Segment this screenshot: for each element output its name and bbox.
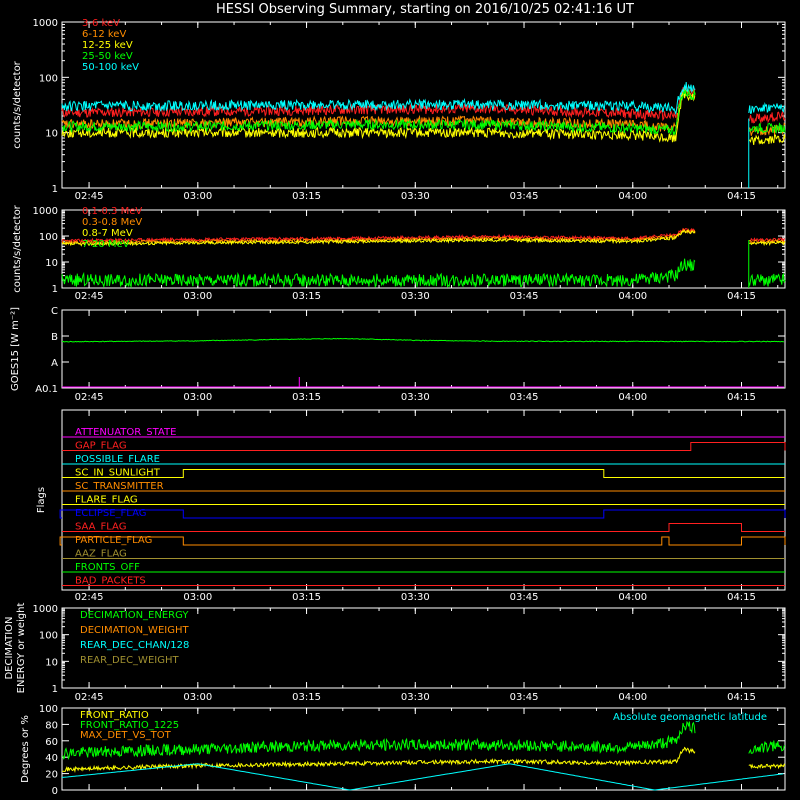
x-tick-label: 04:15	[727, 191, 756, 202]
x-tick-label: 03:00	[183, 291, 212, 302]
x-tick-label: 03:15	[292, 392, 321, 403]
x-tick-label: 03:15	[292, 191, 321, 202]
y-tick-label: 1	[52, 184, 58, 195]
y-tick-label: 1	[52, 684, 58, 695]
y-tick-label: 1	[52, 284, 58, 295]
flag-label: FLARE_FLAG	[75, 495, 138, 506]
x-tick-label: 02:45	[75, 291, 104, 302]
y-tick-label: A0.1	[35, 384, 58, 395]
y-tick-label: 100	[39, 73, 58, 84]
hessi-summary-figure: HESSI Observing Summary, starting on 201…	[0, 0, 800, 800]
x-tick-label: 04:15	[727, 692, 756, 703]
x-tick-label: 03:45	[510, 392, 539, 403]
legend-entry: 50-100 keV	[82, 62, 139, 73]
x-tick-label: 03:30	[401, 191, 430, 202]
legend-entry: 12-25 keV	[82, 40, 133, 51]
flag-label: ATTENUATOR_STATE	[75, 427, 176, 438]
figure-title: HESSI Observing Summary, starting on 201…	[216, 2, 634, 17]
legend-entry: MAX_DET_VS_TOT	[80, 730, 172, 741]
flag-label: SC_TRANSMITTER	[75, 481, 164, 492]
x-tick-label: 03:45	[510, 692, 539, 703]
y-tick-label: 60	[45, 737, 58, 748]
flag-label: POSSIBLE_FLARE	[75, 454, 160, 465]
x-tick-label: 03:30	[401, 392, 430, 403]
legend-entry: 25-50 keV	[82, 51, 133, 62]
legend-entry: 0.1-0.3 MeV	[82, 206, 142, 217]
y-axis-label: Flags	[36, 487, 47, 513]
x-tick-label: 02:45	[75, 191, 104, 202]
y-tick-label: C	[51, 306, 58, 317]
flag-label: AAZ_FLAG	[75, 549, 127, 560]
x-tick-label: 03:15	[292, 692, 321, 703]
x-tick-label: 03:45	[510, 191, 539, 202]
y-axis-label: Degrees or %	[20, 715, 31, 783]
flag-label: FRONTS_OFF	[75, 562, 140, 573]
x-tick-label: 03:00	[183, 191, 212, 202]
x-tick-label: 03:15	[292, 291, 321, 302]
y-axis-label: GOES15 [W m⁻²]	[10, 307, 21, 391]
x-tick-label: 03:30	[401, 592, 430, 603]
x-tick-label: 03:00	[183, 392, 212, 403]
y-tick-label: 10	[45, 657, 58, 668]
y-tick-label: 1000	[33, 604, 58, 615]
legend-entry: DECIMATION_ENERGY	[80, 610, 189, 621]
x-tick-label: 03:00	[183, 692, 212, 703]
y-tick-label: 0	[52, 786, 58, 797]
y-tick-label: 1000	[33, 18, 58, 29]
legend-entry: 0.8-7 MeV	[82, 228, 133, 239]
y-tick-label: 10	[45, 129, 58, 140]
legend-entry: 0.3-0.8 MeV	[82, 217, 142, 228]
x-tick-label: 02:45	[75, 692, 104, 703]
x-tick-label: 04:00	[618, 692, 647, 703]
y-tick-label: 20	[45, 770, 58, 781]
y-tick-label: 100	[39, 631, 58, 642]
x-tick-label: 04:00	[618, 592, 647, 603]
x-tick-label: 04:15	[727, 592, 756, 603]
y-axis-label: ENERGY or weight	[16, 603, 27, 694]
x-tick-label: 03:45	[510, 291, 539, 302]
y-tick-label: 100	[39, 232, 58, 243]
x-tick-label: 03:15	[292, 592, 321, 603]
x-tick-label: 04:00	[618, 291, 647, 302]
y-tick-label: 80	[45, 720, 58, 731]
legend-entry: 6-12 keV	[82, 29, 126, 40]
x-tick-label: 04:00	[618, 191, 647, 202]
x-tick-label: 03:30	[401, 291, 430, 302]
x-tick-label: 04:00	[618, 392, 647, 403]
latitude-annotation: Absolute geomagnetic latitude	[613, 712, 767, 723]
y-tick-label: 40	[45, 753, 58, 764]
x-tick-label: 04:15	[727, 291, 756, 302]
legend-entry: DECIMATION_WEIGHT	[80, 625, 189, 636]
y-axis-label: counts/s/detector	[12, 204, 23, 292]
flag-label: SC_IN_SUNLIGHT	[75, 468, 161, 479]
y-tick-label: A	[51, 358, 58, 369]
x-tick-label: 03:00	[183, 592, 212, 603]
y-tick-label: B	[51, 332, 58, 343]
x-tick-label: 02:45	[75, 392, 104, 403]
legend-entry: 3-6 keV	[82, 18, 120, 29]
x-tick-label: 03:45	[510, 592, 539, 603]
x-tick-label: 02:45	[75, 592, 104, 603]
legend-entry: REAR_DEC_WEIGHT	[80, 655, 179, 666]
legend-entry: REAR_DEC_CHAN/128	[80, 640, 189, 651]
y-tick-label: 1000	[33, 206, 58, 217]
x-tick-label: 03:30	[401, 692, 430, 703]
flag-label: BAD_PACKETS	[75, 576, 146, 587]
flag-label: GAP_FLAG	[75, 441, 127, 452]
y-tick-label: 100	[39, 704, 58, 715]
y-axis-label: counts/s/detector	[12, 60, 23, 148]
flag-label: SAA_FLAG	[75, 522, 126, 533]
y-axis-label: DECIMATION	[4, 616, 15, 679]
legend-entry: 7-20 MeV	[82, 239, 130, 250]
x-tick-label: 04:15	[727, 392, 756, 403]
y-tick-label: 10	[45, 258, 58, 269]
